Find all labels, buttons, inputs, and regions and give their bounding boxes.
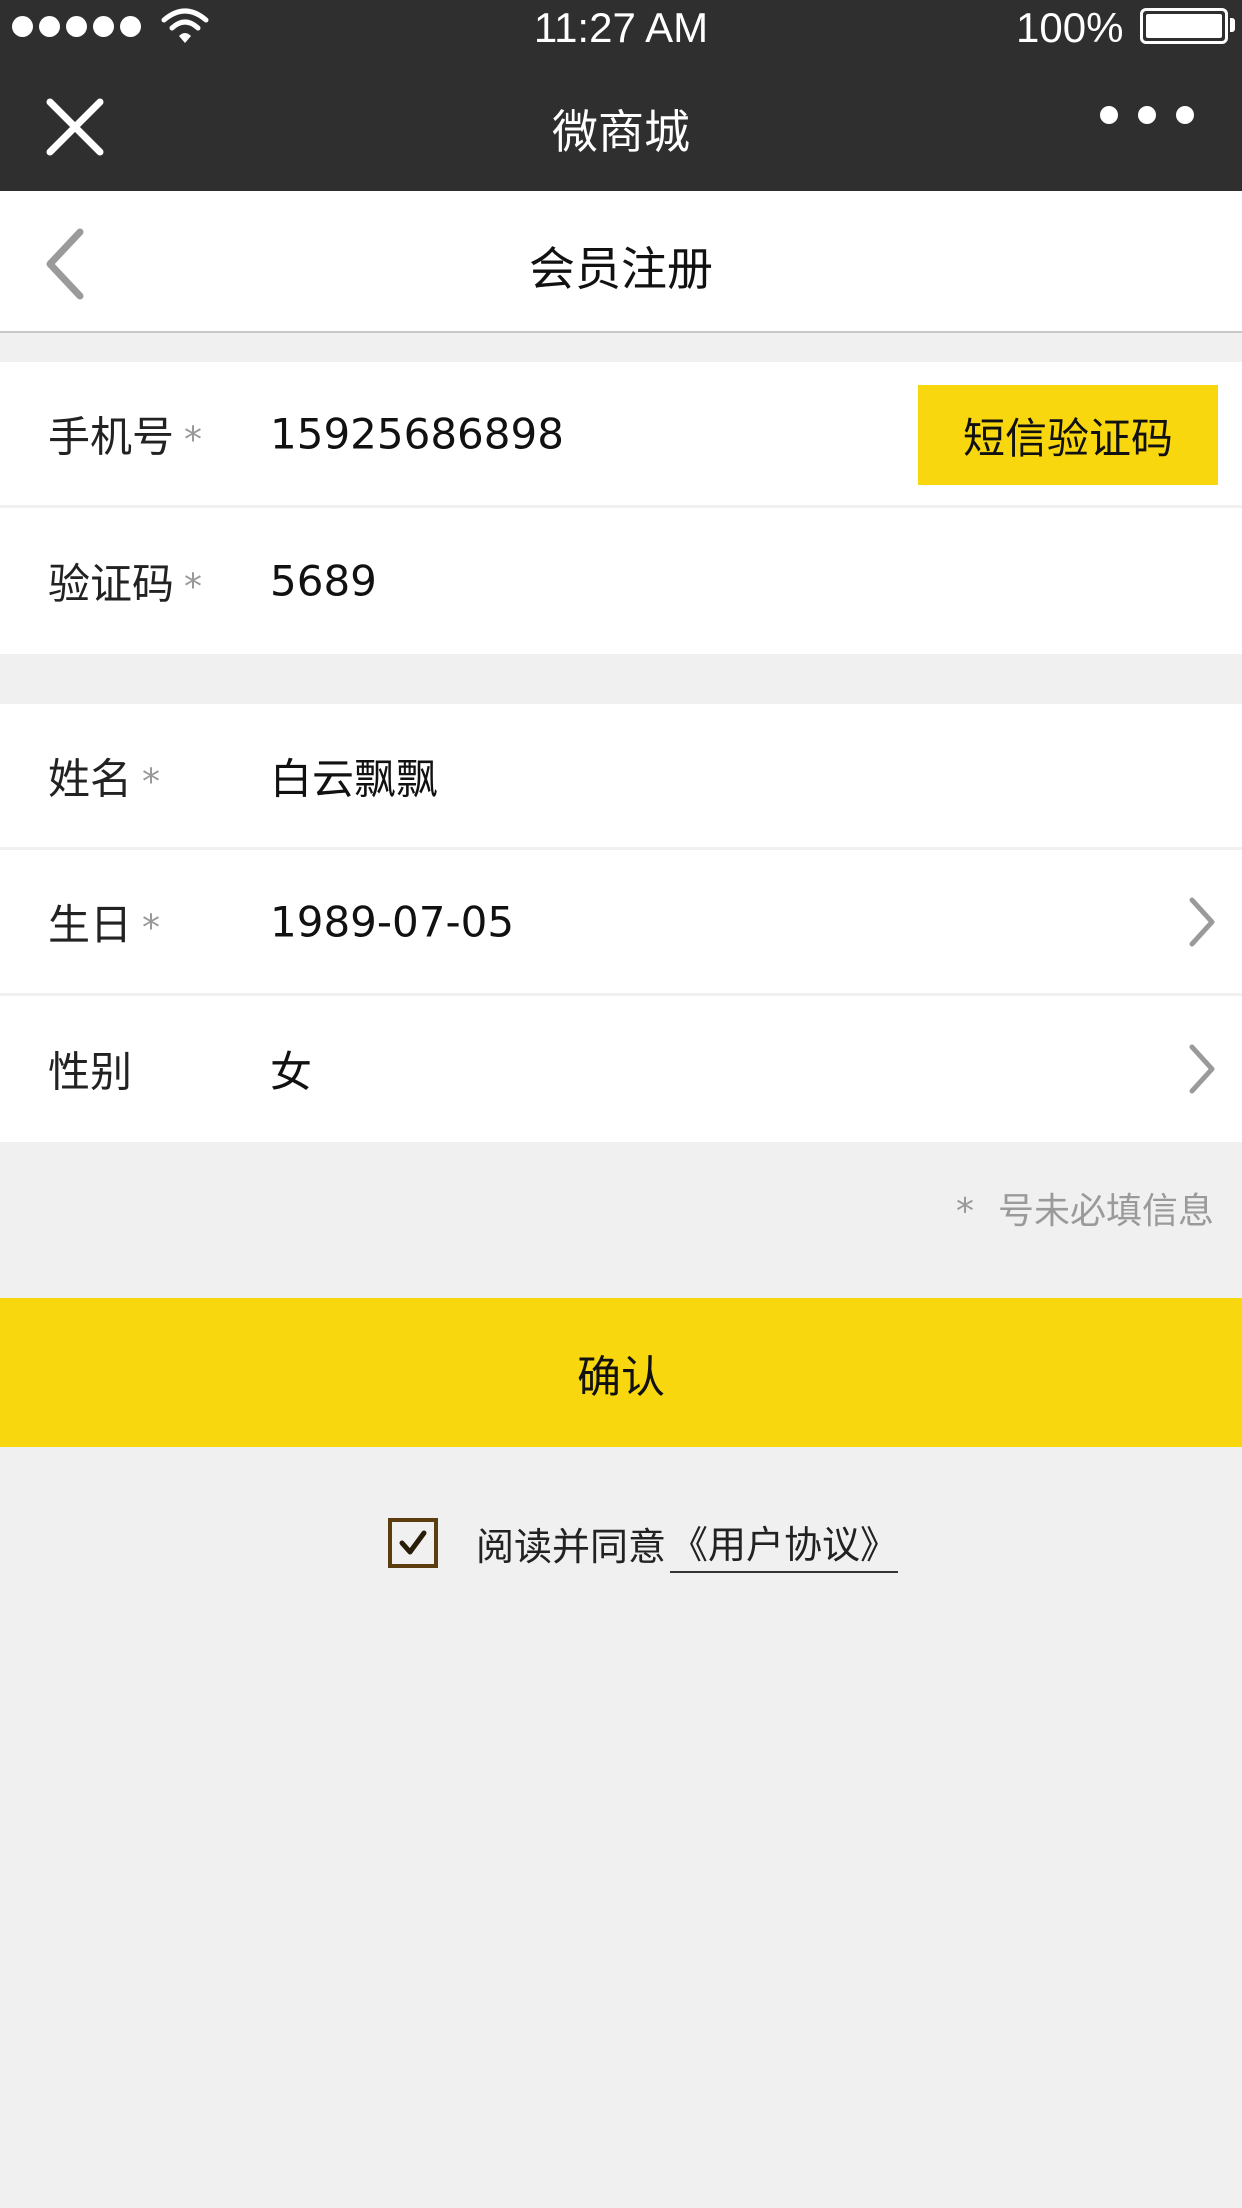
nav-bar: 微商城 bbox=[0, 56, 1242, 191]
status-bar: 11:27 AM 100% bbox=[0, 0, 1242, 56]
checkmark-icon bbox=[399, 1530, 427, 1555]
required-star: * bbox=[142, 907, 161, 948]
battery-icon bbox=[1140, 8, 1228, 44]
gender-row[interactable]: 性别 女 bbox=[0, 996, 1242, 1142]
battery-percentage: 100% bbox=[1016, 4, 1124, 51]
gender-label: 性别 bbox=[48, 1047, 133, 1097]
gender-value[interactable]: 女 bbox=[270, 1039, 870, 1100]
required-note-text: 号未必填信息 bbox=[997, 1191, 1214, 1232]
code-label: 验证码 * bbox=[48, 559, 203, 609]
name-input[interactable] bbox=[270, 751, 870, 800]
page-header: 会员注册 bbox=[0, 191, 1242, 333]
birthday-row[interactable]: 生日 * 1989-07-05 bbox=[0, 850, 1242, 996]
name-label: 姓名 * bbox=[48, 754, 161, 803]
chevron-right-icon bbox=[1186, 894, 1218, 950]
phone-row: 手机号* 短信验证码 bbox=[0, 362, 1242, 508]
agreement-row: 阅读并同意 《用户协议》 bbox=[388, 1514, 899, 1573]
phone-verification-group: 手机号* 短信验证码 验证码* bbox=[0, 362, 1242, 654]
battery-tip bbox=[1230, 18, 1235, 32]
required-star: * bbox=[142, 761, 161, 802]
birthday-label: 生日 * bbox=[48, 900, 161, 949]
required-star: * bbox=[184, 566, 203, 608]
agreement-text: 阅读并同意 bbox=[476, 1524, 667, 1569]
more-icon[interactable] bbox=[1100, 106, 1194, 124]
phone-label: 手机号 * bbox=[48, 412, 203, 461]
user-agreement-link[interactable]: 《用户协议》 bbox=[670, 1514, 899, 1573]
required-star: * bbox=[184, 419, 203, 460]
chevron-right-icon bbox=[1186, 1041, 1218, 1097]
birthday-value[interactable]: 1989-07-05 bbox=[270, 897, 870, 946]
nav-title: 微商城 bbox=[552, 105, 690, 159]
agreement-checkbox[interactable] bbox=[388, 1518, 438, 1568]
name-row: 姓名 * bbox=[0, 704, 1242, 850]
phone-input[interactable] bbox=[270, 409, 870, 458]
profile-group: 姓名* 生日* 1989-07-05 性别 女 bbox=[0, 704, 1242, 1142]
required-star: * bbox=[955, 1191, 974, 1232]
required-note: * 号未必填信息 bbox=[946, 1182, 1214, 1234]
confirm-button[interactable]: 确认 bbox=[0, 1298, 1242, 1447]
verification-code-input[interactable] bbox=[270, 556, 870, 606]
code-row: 验证码 * bbox=[0, 508, 1242, 654]
sms-code-button[interactable]: 短信验证码 bbox=[918, 385, 1218, 485]
page-title: 会员注册 bbox=[529, 242, 713, 296]
